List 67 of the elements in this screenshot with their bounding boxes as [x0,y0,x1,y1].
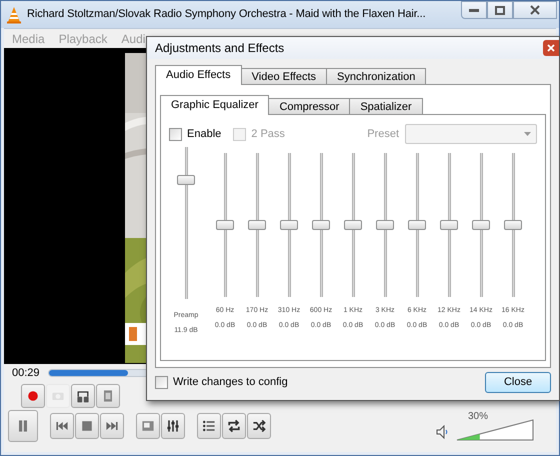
window-title: Richard Stoltzman/Slovak Radio Symphony Orchestra - Maid with the Flaxen Hair... [27,7,426,22]
volume-level-label: 30% [468,410,488,424]
checkbox[interactable] [169,128,182,140]
playlist-button[interactable] [197,413,221,439]
tab[interactable]: Audio Effects [155,65,242,85]
slider[interactable] [376,153,394,297]
maximize-button[interactable] [487,1,513,19]
shuffle-icon [251,418,267,434]
pause-button[interactable] [8,410,38,442]
tab[interactable]: Compressor [268,98,350,115]
traffic-cone-icon [5,6,23,24]
minimize-icon [469,8,479,12]
time-label: 00:29 [12,366,40,381]
repeat-icon [226,418,242,434]
slider[interactable] [440,153,458,297]
minimize-button[interactable] [461,1,487,19]
checkbox[interactable] [155,376,168,388]
slider-thumb[interactable] [280,220,298,230]
slider-thumb[interactable] [504,220,522,230]
slider-thumb[interactable] [376,220,394,230]
slider[interactable] [472,153,490,297]
speaker-icon[interactable] [436,425,448,439]
volume-slider[interactable] [456,419,534,441]
slider-thumb[interactable] [440,220,458,230]
tab[interactable]: Graphic Equalizer [160,95,270,115]
tab[interactable]: Video Effects [240,68,328,85]
stop-button[interactable] [75,413,99,439]
equalizer-button[interactable] [161,413,185,439]
slider-thumb[interactable] [472,220,490,230]
slider[interactable] [248,153,266,297]
slider-thumb[interactable] [248,220,266,230]
repeat-button[interactable] [222,413,246,439]
window-icon [140,418,156,434]
close-button[interactable] [513,1,557,19]
previous-button[interactable] [50,413,74,439]
tab[interactable]: Synchronization [326,68,426,85]
slider[interactable] [312,153,330,297]
slider[interactable] [504,153,522,297]
slider-thumb[interactable] [344,220,362,230]
slider[interactable] [280,153,298,297]
loop-button[interactable] [71,384,95,408]
slider[interactable] [216,153,234,297]
close-button[interactable]: Close [485,372,551,392]
checkbox-label: Enable [187,126,222,142]
slider[interactable] [344,153,362,297]
list-icon [201,418,217,434]
record-button[interactable] [21,384,45,408]
slider-thumb[interactable] [216,220,234,230]
slider-thumb[interactable] [408,220,426,230]
tab[interactable]: Spatializer [349,98,423,115]
slider[interactable] [177,147,195,299]
checkbox-label: Write changes to config [173,374,288,390]
preset-label: Preset [367,126,399,142]
maximize-icon [495,6,505,14]
shuffle-button[interactable] [247,413,271,439]
slider-thumb[interactable] [177,175,195,186]
stop-icon [79,418,95,434]
dropdown-arrow-icon [524,132,531,136]
slider-thumb[interactable] [312,220,330,230]
close-button[interactable] [543,40,559,56]
slider[interactable] [408,153,426,297]
close-icon [530,5,540,15]
checkbox-label: 2 Pass [251,126,285,142]
next-button[interactable] [100,413,124,439]
dialog-title: Adjustments and Effects [155,40,284,57]
equalizer-icon [165,418,181,434]
close-icon [546,43,556,53]
